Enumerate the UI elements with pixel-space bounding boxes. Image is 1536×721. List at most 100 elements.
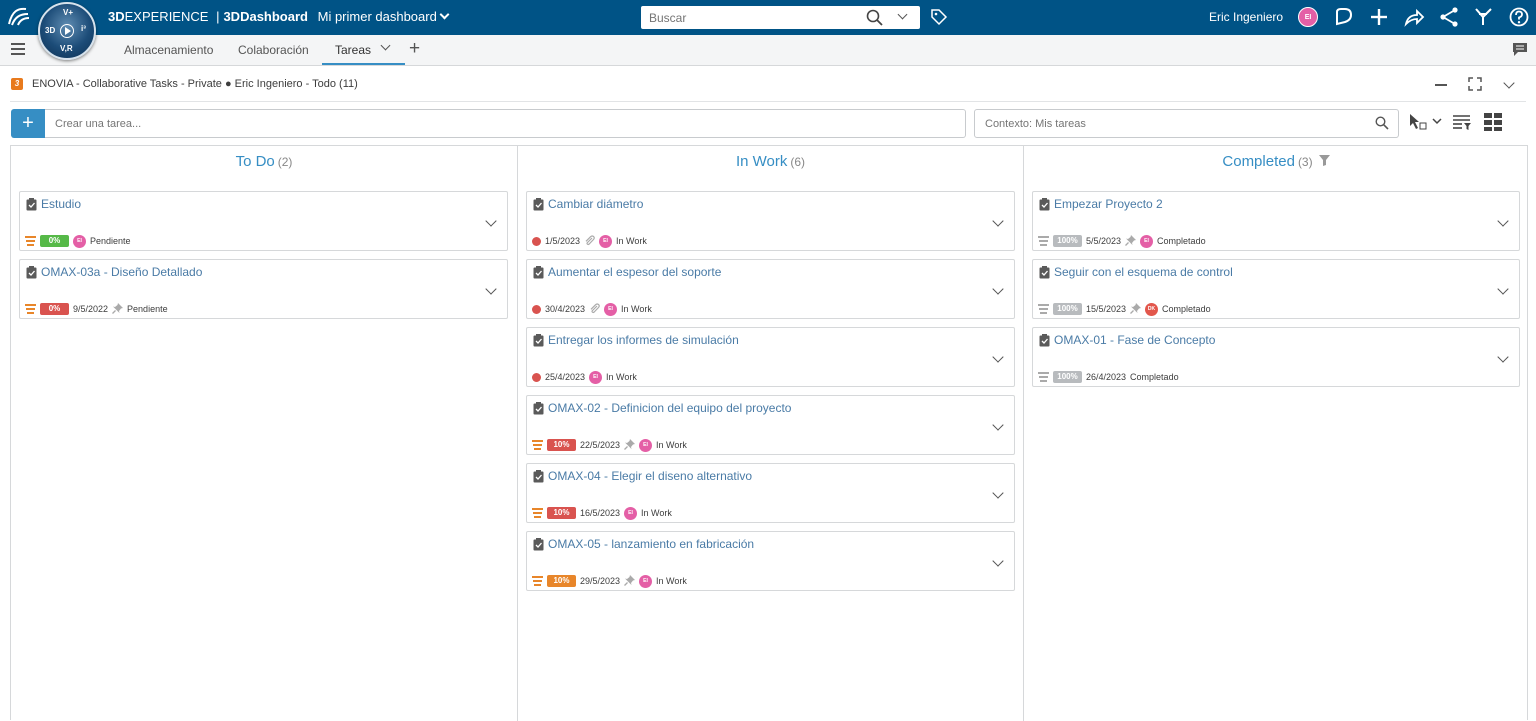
expand-chevron-icon[interactable] [1497, 215, 1509, 227]
ai-assistant-icon[interactable] [1333, 6, 1355, 28]
task-title[interactable]: Seguir con el esquema de control [1054, 265, 1233, 279]
progress-badge: 0% [40, 303, 69, 315]
column-header[interactable]: Completed (3) [1024, 153, 1528, 171]
community-icon[interactable] [1473, 6, 1495, 28]
task-title[interactable]: OMAX-03a - Diseño Detallado [41, 265, 202, 279]
task-title[interactable]: Cambiar diámetro [548, 197, 643, 211]
task-icon [533, 402, 544, 420]
task-title[interactable]: OMAX-02 - Definicion del equipo del proy… [548, 401, 791, 415]
progress-badge: 100% [1053, 371, 1082, 383]
attachment-icon[interactable] [584, 234, 595, 248]
task-card[interactable]: OMAX-02 - Definicion del equipo del proy… [526, 395, 1015, 455]
menu-icon[interactable] [11, 43, 25, 58]
pin-icon[interactable] [624, 574, 636, 588]
pin-icon[interactable] [112, 302, 124, 316]
task-title[interactable]: OMAX-05 - lanzamiento en fabricación [548, 537, 754, 551]
expand-chevron-icon[interactable] [992, 487, 1004, 499]
expand-chevron-icon[interactable] [992, 419, 1004, 431]
minimize-icon[interactable] [1435, 84, 1447, 86]
task-card[interactable]: Estudio 0% EI Pendiente [19, 191, 508, 251]
task-card[interactable]: Empezar Proyecto 2 100% 5/5/2023 EI Completa… [1032, 191, 1520, 251]
task-icon [533, 334, 544, 352]
task-icon [26, 198, 37, 216]
compass-widget[interactable]: V+ 3D i³ V,R [38, 2, 96, 60]
task-card[interactable]: OMAX-04 - Elegir el diseno alternativo 10… [526, 463, 1015, 523]
task-card[interactable]: OMAX-01 - Fase de Concepto 100% 26/4/2023 C… [1032, 327, 1520, 387]
priority-icon [25, 236, 36, 246]
widget-menu-chevron-icon[interactable] [1503, 77, 1515, 89]
task-card[interactable]: OMAX-03a - Diseño Detallado 0% 9/5/2022 Pen… [19, 259, 508, 319]
task-status: In Work [606, 372, 637, 382]
dassault-logo-icon[interactable] [6, 5, 32, 29]
column-count: (3) [1297, 155, 1313, 169]
user-avatar[interactable]: EI [1298, 7, 1318, 27]
selection-mode-icon[interactable] [1408, 112, 1444, 137]
dashboard-selector[interactable]: Mi primer dashboard [318, 9, 450, 24]
owner-avatar[interactable]: EI [599, 234, 613, 248]
task-meta: 0% EI Pendiente [25, 234, 135, 248]
chevron-down-icon [439, 9, 450, 20]
task-title[interactable]: OMAX-01 - Fase de Concepto [1054, 333, 1215, 347]
task-title[interactable]: Estudio [41, 197, 81, 211]
task-title[interactable]: Entregar los informes de simulación [548, 333, 739, 347]
tab-options-chevron-icon[interactable] [380, 40, 391, 51]
column-header[interactable]: In Work (6) [518, 153, 1023, 170]
owner-avatar[interactable]: EI [639, 438, 653, 452]
context-filter-input[interactable] [974, 109, 1399, 138]
task-card[interactable]: Aumentar el espesor del soporte 30/4/2023… [526, 259, 1015, 319]
tag-icon[interactable] [930, 8, 948, 31]
chat-icon[interactable] [1512, 42, 1528, 62]
context-search-icon[interactable] [1375, 116, 1389, 135]
expand-chevron-icon[interactable] [992, 215, 1004, 227]
board-view-icon[interactable] [1483, 112, 1503, 137]
task-title[interactable]: Aumentar el espesor del soporte [548, 265, 721, 279]
task-card[interactable]: Seguir con el esquema de control 100% 15/5… [1032, 259, 1520, 319]
user-name[interactable]: Eric Ingeniero [1209, 10, 1283, 24]
priority-icon [532, 576, 543, 586]
owner-avatar[interactable]: EI [639, 574, 653, 588]
owner-avatar[interactable]: EI [589, 370, 603, 384]
column-header[interactable]: To Do (2) [11, 153, 517, 170]
kanban-board: To Do (2) Estudio 0% EI Pendiente OMAX-03a - … [10, 145, 1528, 721]
expand-chevron-icon[interactable] [485, 283, 497, 295]
expand-chevron-icon[interactable] [1497, 351, 1509, 363]
expand-chevron-icon[interactable] [1497, 283, 1509, 295]
search-options-chevron-icon[interactable] [897, 9, 908, 20]
due-date: 5/5/2023 [1086, 236, 1122, 246]
tab-almacenamiento[interactable]: Almacenamiento [124, 43, 213, 57]
tab-tareas[interactable]: Tareas [335, 43, 371, 57]
expand-chevron-icon[interactable] [992, 555, 1004, 567]
owner-avatar[interactable]: EI [1140, 234, 1154, 248]
task-card[interactable]: Entregar los informes de simulación 25/4/… [526, 327, 1015, 387]
owner-avatar[interactable]: EI [73, 234, 86, 248]
expand-chevron-icon[interactable] [992, 283, 1004, 295]
task-title[interactable]: Empezar Proyecto 2 [1054, 197, 1163, 211]
maximize-icon[interactable] [1468, 77, 1482, 96]
tab-colaboracion[interactable]: Colaboración [238, 43, 309, 57]
pin-icon[interactable] [624, 438, 636, 452]
create-task-button[interactable]: + [11, 109, 45, 138]
pin-icon[interactable] [1130, 302, 1142, 316]
share-arrow-icon[interactable] [1403, 6, 1425, 28]
owner-avatar[interactable]: EI [624, 506, 638, 520]
widget-header: 3 ENOVIA - Collaborative Tasks - Private… [0, 67, 1536, 103]
search-icon[interactable] [866, 9, 883, 31]
task-card[interactable]: Cambiar diámetro 1/5/2023 EI In Work [526, 191, 1015, 251]
progress-badge: 100% [1053, 235, 1082, 247]
filter-icon[interactable] [1318, 153, 1330, 170]
search-input[interactable] [641, 6, 861, 29]
owner-avatar[interactable]: EI [604, 302, 618, 316]
network-share-icon[interactable] [1438, 6, 1460, 28]
owner-avatar[interactable]: DK [1145, 302, 1159, 316]
expand-chevron-icon[interactable] [992, 351, 1004, 363]
help-icon[interactable] [1508, 6, 1530, 28]
add-icon[interactable] [1368, 6, 1390, 28]
expand-chevron-icon[interactable] [485, 215, 497, 227]
attachment-icon[interactable] [589, 302, 600, 316]
create-task-input[interactable] [45, 109, 966, 138]
task-title[interactable]: OMAX-04 - Elegir el diseno alternativo [548, 469, 752, 483]
task-card[interactable]: OMAX-05 - lanzamiento en fabricación 10% 2… [526, 531, 1015, 591]
add-tab-icon[interactable]: + [409, 39, 420, 58]
pin-icon[interactable] [1125, 234, 1137, 248]
list-filter-icon[interactable] [1452, 112, 1472, 137]
